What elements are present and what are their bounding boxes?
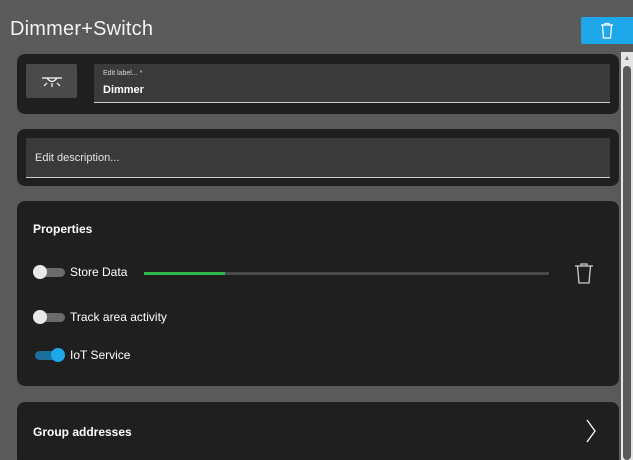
property-row-iot-service: IoT Service [33,345,183,365]
scrollbar[interactable]: ▲ [621,52,633,460]
trash-icon [601,22,613,39]
store-data-delete-button[interactable] [574,262,594,284]
group-addresses-title: Group addresses [33,425,132,439]
chevron-right-icon [586,419,596,443]
description-field[interactable]: Edit description... [26,138,610,178]
header: Dimmer+Switch [0,0,633,50]
iot-service-toggle[interactable] [33,348,66,362]
label-field-caption: Edit label... * [103,70,143,77]
group-addresses-card[interactable]: Group addresses [17,402,619,460]
description-placeholder: Edit description... [35,152,120,164]
store-data-label: Store Data [70,265,128,279]
track-area-label: Track area activity [70,310,167,324]
store-data-progress-fill [144,272,225,275]
description-card: Edit description... [17,129,619,186]
property-row-store-data: Store Data [33,262,143,282]
trash-icon [575,263,593,284]
ceiling-light-icon [41,77,62,87]
properties-card: Properties Store Data Track area activit… [17,201,619,386]
scroll-up-arrow-icon[interactable]: ▲ [621,52,633,64]
property-row-track-area: Track area activity [33,307,233,327]
track-area-toggle[interactable] [33,310,66,324]
label-card: Edit label... * Dimmer [17,54,619,114]
store-data-progress-bar [144,272,549,275]
label-field[interactable]: Edit label... * Dimmer [94,64,610,103]
content-area: Edit label... * Dimmer Edit description.… [0,50,633,460]
scroll-thumb[interactable] [623,66,631,460]
label-field-value: Dimmer [103,84,144,96]
page-title: Dimmer+Switch [10,18,154,40]
properties-title: Properties [33,222,93,236]
light-type-button[interactable] [26,64,77,98]
delete-button[interactable] [581,17,633,44]
store-data-toggle[interactable] [33,265,66,279]
iot-service-label: IoT Service [70,348,131,362]
